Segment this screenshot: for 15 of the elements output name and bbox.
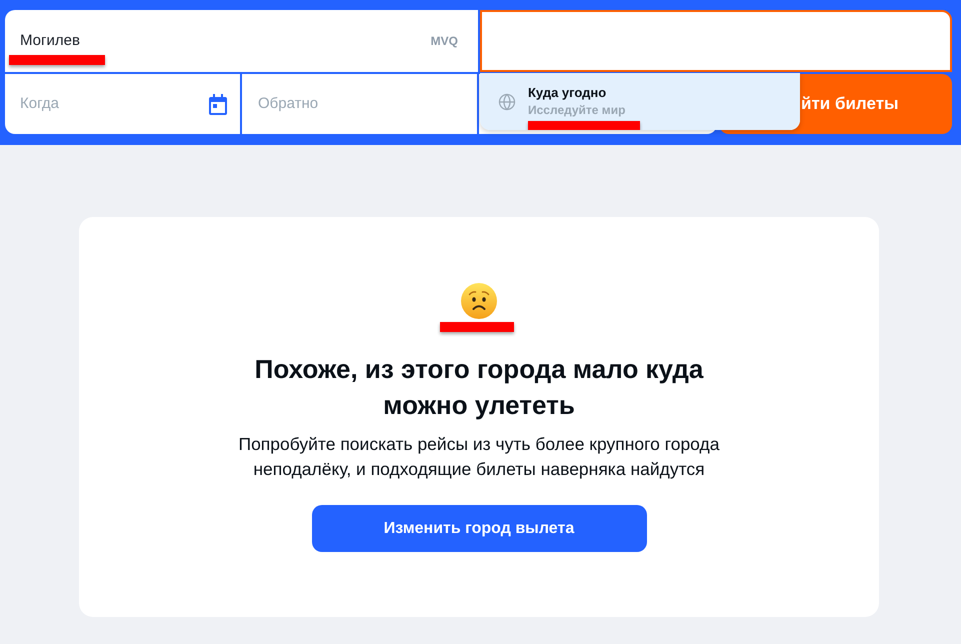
airport-code: MVQ (430, 33, 458, 50)
suggestion-title: Куда угодно (528, 84, 608, 102)
placeholder-text: Когда (20, 94, 60, 114)
city-name: Могилев (20, 30, 81, 51)
empty-state-text: Попробуйте поискать рейсы из чуть более крупного города неподалёку, и подходящие билеты наверняка найдутся (238, 433, 720, 481)
origin-field[interactable]: Могилев MVQ (5, 10, 478, 72)
calendar-icon (208, 94, 228, 114)
placeholder-text: Обратно (258, 94, 318, 114)
empty-state-title: Похоже, из этого города мало куда можно улететь (254, 353, 704, 422)
suggestion-subtitle: Исследуйте мир (528, 102, 626, 119)
destination-field[interactable] (480, 10, 952, 72)
change-city-button[interactable]: Изменить город вылета (312, 505, 646, 552)
worried-face-icon (461, 283, 497, 319)
suggestion-item[interactable]: Куда угодно Исследуйте мир (480, 73, 800, 130)
globe-icon (498, 92, 516, 110)
